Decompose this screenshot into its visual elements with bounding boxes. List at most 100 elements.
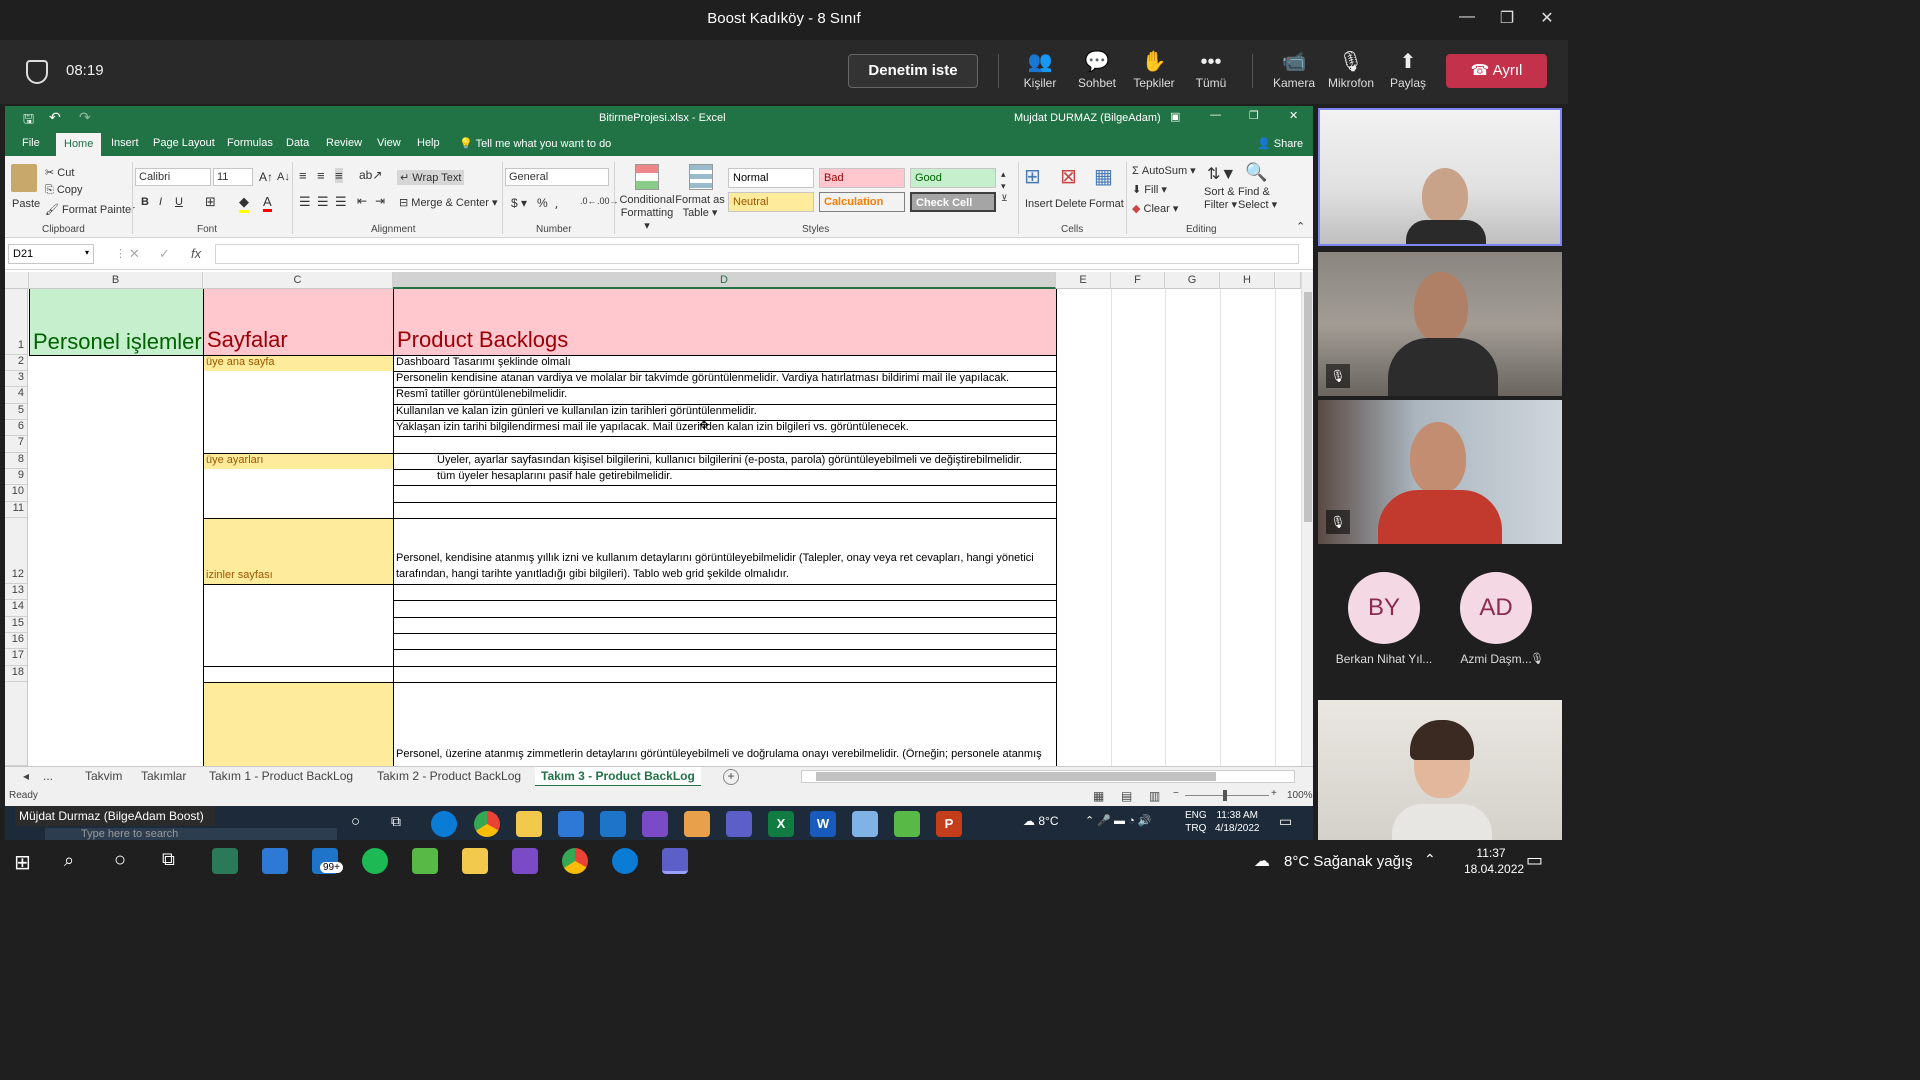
sheet-tab-takimlar[interactable]: Takımlar (141, 769, 186, 783)
task-view-icon[interactable]: ⧉ (391, 813, 401, 830)
align-bottom-icon[interactable]: ≡ (335, 168, 343, 183)
align-left-icon[interactable]: ☰ (299, 194, 311, 210)
chat-button[interactable]: 💬 Sohbet (1069, 48, 1125, 90)
paste-label[interactable]: Paste (12, 198, 40, 210)
increase-indent-icon[interactable]: ⇥ (375, 194, 385, 208)
style-calculation[interactable]: Calculation (819, 192, 905, 212)
app-icon[interactable] (684, 811, 710, 837)
cortana-icon[interactable]: ○ (351, 813, 360, 830)
underline-icon[interactable]: U (175, 196, 183, 208)
minimize-icon[interactable]: — (1452, 8, 1482, 32)
tab-file[interactable]: File (14, 135, 48, 156)
chrome-icon[interactable] (474, 811, 500, 837)
video-tile-3[interactable]: 🎙 (1318, 400, 1562, 544)
add-sheet-icon[interactable]: + (723, 769, 739, 785)
weather-text[interactable]: 8°C Sağanak yağış (1284, 853, 1413, 870)
cell-c1[interactable]: Sayfalar (203, 289, 393, 355)
cortana-icon[interactable]: ○ (114, 849, 126, 872)
sheet-tab-takim-3[interactable]: Takım 3 - Product BackLog (535, 767, 701, 787)
column-header-e[interactable]: E (1056, 272, 1111, 289)
format-cells-button[interactable]: Format (1089, 198, 1124, 210)
decrease-font-icon[interactable]: A↓ (277, 171, 290, 183)
share-ribbon-button[interactable]: 👤 Share (1249, 135, 1311, 156)
orientation-icon[interactable]: ab↗ (359, 168, 382, 182)
function-icon[interactable]: fx (191, 246, 201, 261)
font-color-icon[interactable]: A (263, 194, 272, 212)
remote-language[interactable]: ENG TRQ (1185, 809, 1207, 835)
borders-icon[interactable]: ⊞ (205, 194, 216, 210)
tell-me-search[interactable]: 💡 Tell me what you want to do (451, 135, 619, 156)
format-as-table-button[interactable]: Format as Table ▾ (675, 194, 725, 220)
app-icon[interactable] (212, 848, 238, 874)
tray-chevron-icon[interactable]: ⌃ (1424, 851, 1436, 868)
sort-filter-button[interactable]: Sort & Filter ▾ (1204, 186, 1237, 212)
visual-studio-icon[interactable] (642, 811, 668, 837)
worksheet-grid[interactable]: B C D E F G H 1 2 3 4 5 6 7 8 9 10 11 12… (5, 272, 1301, 766)
paste-icon[interactable] (11, 164, 37, 192)
powerpoint-icon[interactable]: P (936, 811, 962, 837)
prev-sheet-icon[interactable]: ◂ (23, 769, 29, 783)
align-center-icon[interactable]: ☰ (317, 194, 329, 210)
find-select-button[interactable]: Find & Select ▾ (1238, 186, 1277, 212)
column-header-d[interactable]: D (393, 272, 1056, 289)
notification-center-icon[interactable]: ▭ (1526, 850, 1543, 871)
select-all-corner[interactable] (5, 272, 29, 289)
sheet-tab-takvim[interactable]: Takvim (85, 769, 122, 783)
row-header[interactable]: 18 (5, 666, 28, 682)
row-header[interactable]: 10 (5, 485, 28, 502)
italic-icon[interactable]: I (159, 196, 162, 208)
conditional-formatting-button[interactable]: Conditional Formatting ▾ (619, 194, 675, 233)
vertical-scrollbar[interactable] (1301, 272, 1313, 766)
row-header[interactable]: 7 (5, 436, 28, 453)
zoom-out-icon[interactable]: − (1173, 788, 1179, 799)
page-break-icon[interactable]: ▥ (1149, 789, 1160, 803)
style-neutral[interactable]: Neutral (728, 192, 814, 212)
cell-d8[interactable]: Üyeler, ayarlar sayfasından kişisel bilg… (437, 454, 1022, 466)
tab-insert[interactable]: Insert (103, 135, 147, 156)
cell-d12-line2[interactable]: tarafından, hangi tarihte yanıtladığı gi… (396, 568, 789, 580)
leave-button[interactable]: ☎ Ayrıl (1446, 54, 1547, 88)
tab-formulas[interactable]: Formulas (219, 135, 281, 156)
align-middle-icon[interactable]: ≡ (317, 168, 325, 183)
row-header[interactable]: 6 (5, 420, 28, 436)
video-tile-presenter[interactable] (1318, 108, 1562, 246)
font-name-select[interactable]: Calibri (135, 168, 211, 186)
delete-cells-icon[interactable]: ⊠ (1060, 164, 1077, 189)
row-header[interactable]: 11 (5, 502, 28, 518)
app-icon[interactable] (412, 848, 438, 874)
teams-icon[interactable] (662, 848, 688, 874)
cell-c12[interactable]: izinler sayfası (203, 518, 393, 584)
chevron-down-icon[interactable]: ▾ (85, 248, 89, 257)
row-header[interactable]: 1 (5, 289, 28, 355)
app-icon[interactable] (894, 811, 920, 837)
tab-home[interactable]: Home (56, 133, 102, 156)
zoom-slider-thumb[interactable] (1223, 790, 1227, 801)
fill-color-icon[interactable]: ◆ (239, 194, 249, 213)
people-button[interactable]: 👥 Kişiler (1012, 48, 1068, 90)
align-right-icon[interactable]: ☰ (335, 194, 347, 210)
row-header[interactable]: 12 (5, 518, 28, 584)
cancel-icon[interactable]: ✕ (129, 246, 140, 262)
row-header[interactable]: 2 (5, 355, 28, 371)
cell-d3[interactable]: Personelin kendisine atanan vardiya ve m… (396, 372, 1009, 384)
fill-button[interactable]: ⬇ Fill ▾ (1132, 183, 1167, 196)
signed-in-user[interactable]: Mujdat DURMAZ (BilgeAdam) (1014, 112, 1161, 124)
video-tile-4[interactable] (1318, 700, 1562, 840)
sheet-tab-takim-1[interactable]: Takım 1 - Product BackLog (209, 769, 353, 783)
formula-input[interactable] (215, 244, 1299, 264)
horizontal-scrollbar[interactable] (801, 770, 1295, 783)
row-header[interactable]: 17 (5, 649, 28, 666)
cell-d5[interactable]: Kullanılan ve kalan izin günleri ve kull… (396, 405, 757, 417)
share-button[interactable]: ⬆ Paylaş (1380, 48, 1436, 90)
remote-search-box[interactable]: Type here to search (45, 828, 337, 840)
xl-minimize-icon[interactable]: — (1210, 109, 1221, 121)
tab-page-layout[interactable]: Page Layout (145, 135, 223, 156)
cell-b1[interactable]: Personel işlemleri (29, 289, 203, 355)
cut-button[interactable]: ✂ Cut (45, 166, 74, 179)
style-good[interactable]: Good (910, 168, 996, 188)
normal-view-icon[interactable]: ▦ (1093, 789, 1104, 803)
cell-d6[interactable]: Yaklaşan izin tarihi bilgilendirmesi mai… (396, 421, 909, 433)
number-format-select[interactable]: General (505, 168, 609, 186)
clock[interactable]: 11:37 18.04.2022 (1464, 845, 1524, 877)
teams-icon[interactable] (726, 811, 752, 837)
